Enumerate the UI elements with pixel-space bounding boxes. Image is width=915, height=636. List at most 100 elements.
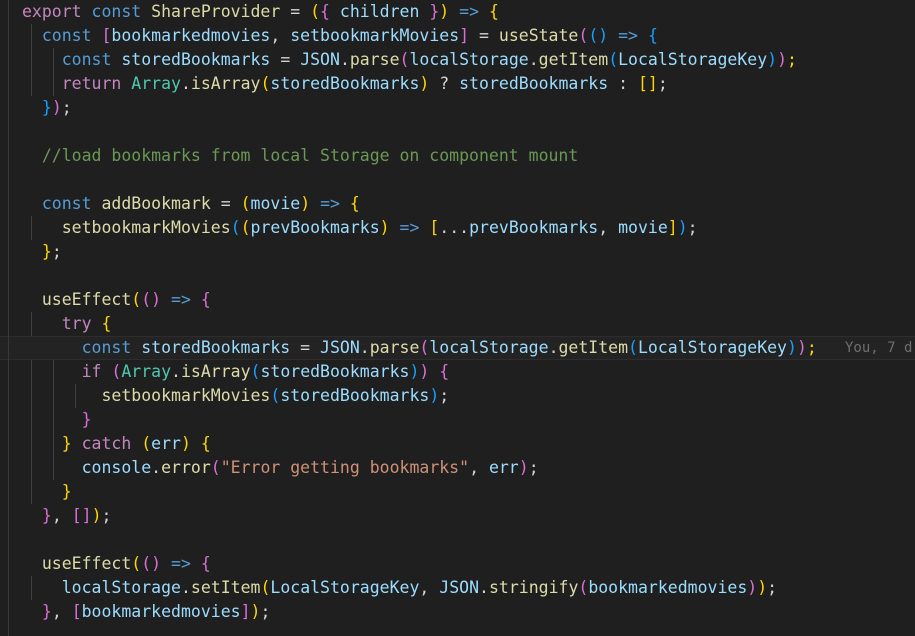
token-operator: ; — [787, 50, 797, 69]
token-operator: ; — [807, 338, 817, 357]
token-operator: . — [479, 578, 489, 597]
token-variable: movie — [618, 218, 668, 237]
code-line[interactable]: localStorage.setItem(LocalStorageKey, JS… — [0, 576, 915, 600]
token-function: setbookmarkMovies — [62, 218, 231, 237]
token-bracket: ) — [409, 362, 419, 381]
code-line[interactable] — [0, 264, 915, 288]
code-line[interactable] — [0, 168, 915, 192]
code-line[interactable]: //load bookmarks from local Storage on c… — [0, 144, 915, 168]
token-bracket: [] — [638, 74, 658, 93]
code-line[interactable]: setbookmarkMovies(storedBookmarks); — [0, 384, 915, 408]
token-bracket: ( — [270, 386, 280, 405]
token-keyword: export — [22, 2, 82, 21]
token-bracket: ) — [767, 50, 777, 69]
code-line[interactable]: export const ShareProvider = ({ children… — [0, 0, 915, 24]
token-bracket: [ — [72, 602, 82, 621]
token-bracket: ( — [628, 338, 638, 357]
token-function: setbookmarkMovies — [101, 386, 270, 405]
code-line[interactable]: const storedBookmarks = JSON.parse(local… — [0, 48, 915, 72]
token-function: parse — [350, 50, 400, 69]
token-operator: . — [360, 338, 370, 357]
code-line[interactable]: }; — [0, 240, 915, 264]
token-operator: . — [151, 458, 161, 477]
token-storage: const — [42, 194, 92, 213]
token-bracket: () — [141, 290, 161, 309]
code-line[interactable]: console.error("Error getting bookmarks",… — [0, 456, 915, 480]
token-bracket: { — [489, 2, 499, 21]
token-bracket: } — [62, 434, 72, 453]
token-bracket: ) — [251, 602, 261, 621]
token-bracket: ( — [260, 578, 270, 597]
token-arrow: => — [459, 2, 479, 21]
token-bracket: ) — [419, 362, 429, 381]
token-operator: , — [270, 26, 280, 45]
token-operator: . — [181, 578, 191, 597]
token-class: Array — [131, 74, 181, 93]
token-bracket: ( — [231, 218, 241, 237]
token-bracket: { — [320, 2, 330, 21]
token-class: Array — [121, 362, 171, 381]
token-bracket: ( — [419, 338, 429, 357]
token-keyword: return — [62, 74, 122, 93]
token-operator: ; — [260, 602, 270, 621]
code-line[interactable]: useEffect(() => { — [0, 288, 915, 312]
code-line[interactable]: } — [0, 408, 915, 432]
code-line[interactable]: setbookmarkMovies((prevBookmarks) => [..… — [0, 216, 915, 240]
token-variable: bookmarkedmovies — [588, 578, 747, 597]
code-editor[interactable]: export const ShareProvider = ({ children… — [0, 0, 915, 636]
code-line[interactable]: if (Array.isArray(storedBookmarks)) { — [0, 360, 915, 384]
token-bracket: ) — [52, 98, 62, 117]
token-function: setItem — [191, 578, 261, 597]
code-line[interactable]: } catch (err) { — [0, 432, 915, 456]
token-bracket: ( — [131, 290, 141, 309]
token-bracket: ] — [668, 218, 678, 237]
token-arrow: => — [171, 290, 191, 309]
code-line[interactable] — [0, 120, 915, 144]
token-comment: //load bookmarks from local Storage on c… — [42, 146, 578, 165]
code-line[interactable] — [0, 528, 915, 552]
token-operator: , — [469, 458, 479, 477]
code-line[interactable]: useEffect(() => { — [0, 552, 915, 576]
token-operator: ; — [439, 386, 449, 405]
token-operator: . — [171, 362, 181, 381]
token-bracket: ) — [787, 338, 797, 357]
code-line[interactable]: return Array.isArray(storedBookmarks) ? … — [0, 72, 915, 96]
token-function: getItem — [539, 50, 609, 69]
token-bracket: () — [141, 554, 161, 573]
code-line[interactable]: }, []); — [0, 504, 915, 528]
token-function: useEffect — [42, 554, 131, 573]
token-operator: : — [618, 74, 628, 93]
token-operator: ; — [658, 74, 668, 93]
token-storage: const — [82, 338, 132, 357]
token-function: useEffect — [42, 290, 131, 309]
code-line[interactable]: }); — [0, 96, 915, 120]
token-operator: , — [419, 578, 429, 597]
token-bracket: } — [42, 602, 52, 621]
token-arrow: => — [171, 554, 191, 573]
code-text-surface[interactable]: export const ShareProvider = ({ children… — [0, 0, 915, 636]
token-bracket: ( — [578, 578, 588, 597]
token-keyword: catch — [82, 434, 132, 453]
token-storage: const — [42, 26, 92, 45]
inline-git-blame[interactable]: You, 7 d — [845, 336, 912, 360]
token-operator: ; — [62, 98, 72, 117]
code-line[interactable]: } — [0, 480, 915, 504]
token-variable: children — [340, 2, 419, 21]
token-bracket: ] — [459, 26, 469, 45]
code-line[interactable]: try { — [0, 312, 915, 336]
token-bracket: ( — [131, 554, 141, 573]
token-string: "Error getting bookmarks" — [221, 458, 469, 477]
token-keyword: try — [62, 314, 92, 333]
code-line[interactable]: const addBookmark = (movie) => { — [0, 192, 915, 216]
token-bracket: ) — [92, 506, 102, 525]
token-arrow: => — [400, 218, 420, 237]
token-bracket: { — [102, 314, 112, 333]
token-bracket: { — [439, 362, 449, 381]
token-bracket: ) — [429, 386, 439, 405]
editor-left-gutter-rule — [8, 0, 9, 636]
code-line-active[interactable]: const storedBookmarks = JSON.parse(local… — [0, 336, 915, 360]
token-variable: storedBookmarks — [121, 50, 270, 69]
token-operator: . — [181, 74, 191, 93]
code-line[interactable]: const [bookmarkedmovies, setbookmarkMovi… — [0, 24, 915, 48]
code-line[interactable]: }, [bookmarkedmovies]); — [0, 600, 915, 624]
